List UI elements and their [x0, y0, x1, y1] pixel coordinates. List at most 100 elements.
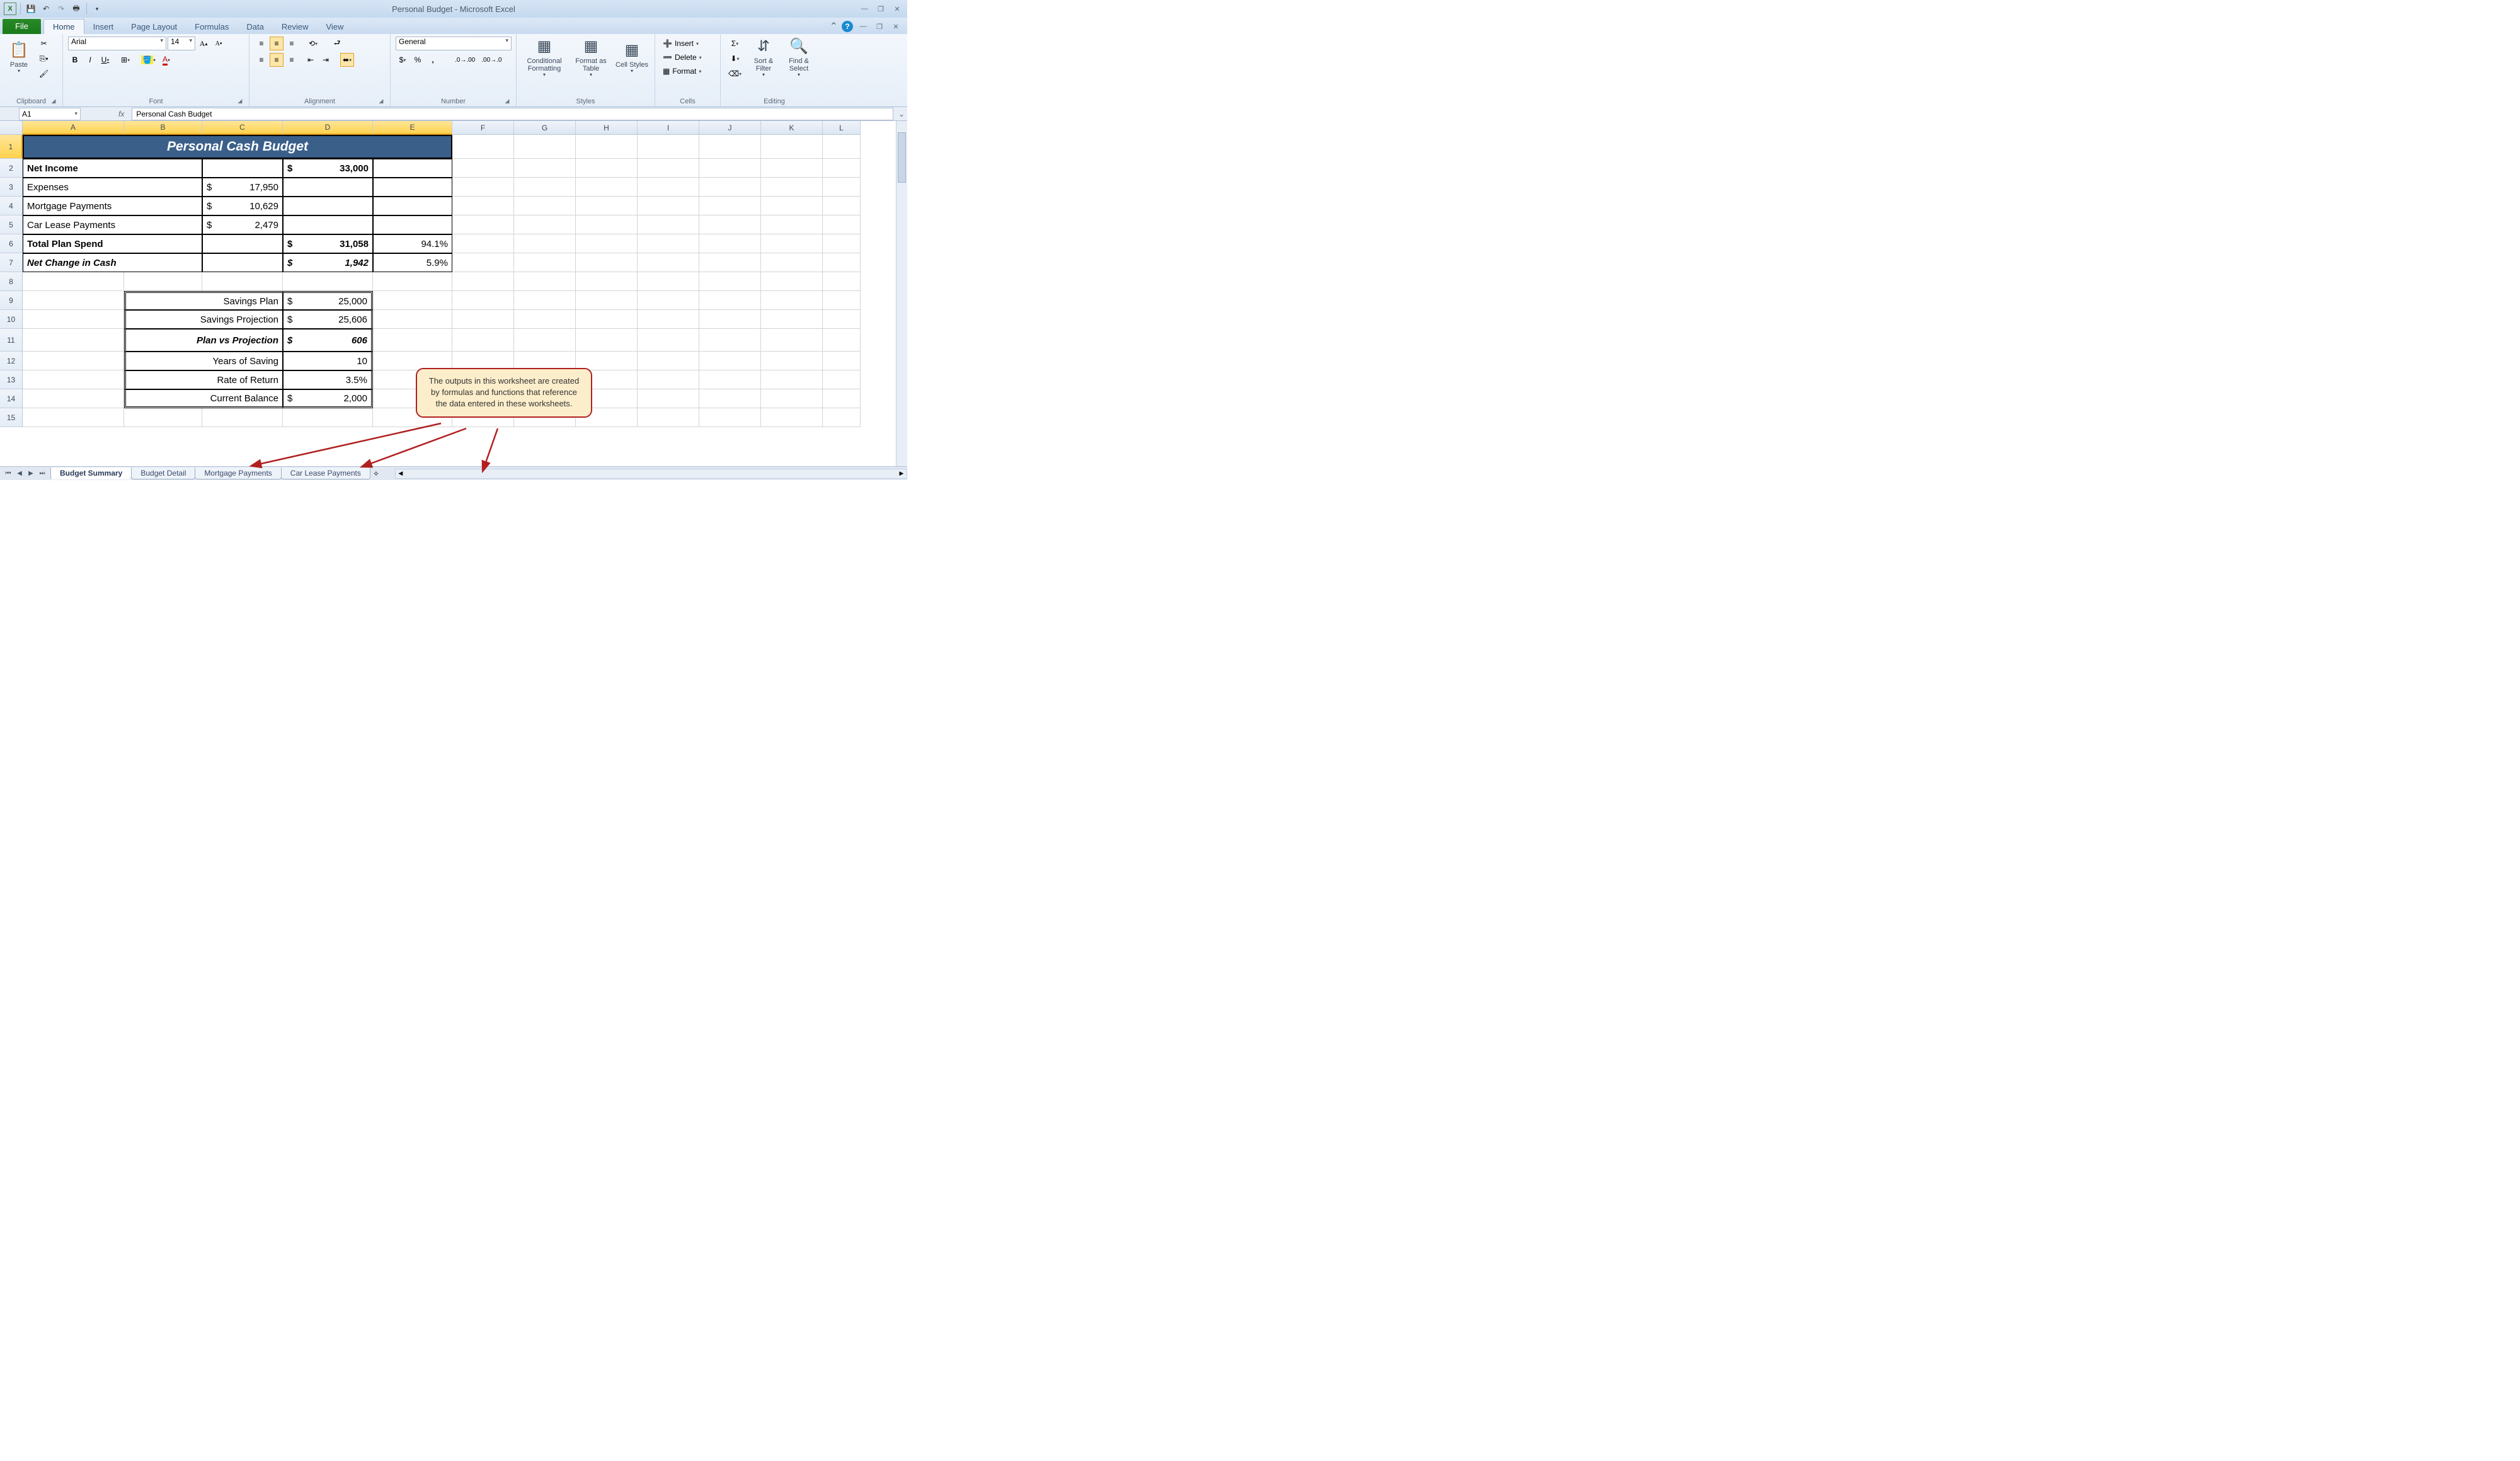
cell-d11[interactable]: $606 [283, 329, 373, 352]
increase-font-icon[interactable]: A▴ [197, 37, 210, 50]
font-name-select[interactable]: Arial [68, 37, 166, 50]
minimize-icon[interactable]: — [858, 4, 871, 14]
cell-c3[interactable]: $17,950 [202, 178, 283, 197]
tab-page-layout[interactable]: Page Layout [122, 20, 186, 34]
col-header-c[interactable]: C [202, 121, 283, 135]
fill-icon[interactable]: ⬇ [726, 52, 744, 66]
sheet-tab-mortgage-payments[interactable]: Mortgage Payments [195, 467, 281, 479]
clipboard-launcher-icon[interactable]: ◢ [50, 98, 57, 105]
cell-b12[interactable]: Years of Saving [124, 352, 283, 370]
row-header-10[interactable]: 10 [0, 310, 23, 329]
align-center-icon[interactable]: ≡ [270, 53, 284, 67]
cell-b9[interactable]: Savings Plan [124, 291, 283, 310]
doc-close-icon[interactable]: ✕ [890, 21, 902, 32]
cell-a4[interactable]: Mortgage Payments [23, 197, 202, 215]
increase-decimal-icon[interactable]: .0→.00 [452, 53, 478, 67]
horizontal-scrollbar[interactable]: ◀▶ [395, 469, 907, 479]
row-header-14[interactable]: 14 [0, 389, 23, 408]
formula-input[interactable]: Personal Cash Budget [132, 108, 893, 120]
select-all-corner[interactable] [0, 121, 23, 135]
copy-icon[interactable]: ⎘▾ [37, 52, 51, 66]
decrease-font-icon[interactable]: A▾ [212, 37, 226, 50]
minimize-ribbon-icon[interactable]: ⌃ [830, 20, 838, 33]
row-header-4[interactable]: 4 [0, 197, 23, 215]
new-sheet-icon[interactable]: ✧ [370, 469, 382, 478]
worksheet-grid[interactable]: A B C D E F G H I J K L 1 2 3 4 5 6 [0, 121, 907, 466]
qat-customize-icon[interactable]: ▾ [91, 3, 103, 15]
sheet-nav-prev-icon[interactable]: ◀ [14, 468, 25, 479]
expand-formula-bar-icon[interactable]: ⌄ [896, 110, 907, 118]
doc-minimize-icon[interactable]: — [857, 21, 869, 32]
help-icon[interactable]: ? [842, 21, 853, 32]
tab-formulas[interactable]: Formulas [186, 20, 238, 34]
underline-button[interactable]: U [98, 53, 112, 67]
cell-d10[interactable]: $25,606 [283, 310, 373, 329]
tab-file[interactable]: File [3, 19, 41, 34]
clear-icon[interactable]: ⌫ [726, 67, 744, 81]
sheet-nav-last-icon[interactable]: ⏭ [37, 468, 48, 479]
cell-b11[interactable]: Plan vs Projection [124, 329, 283, 352]
col-header-i[interactable]: I [638, 121, 699, 135]
cell-c5[interactable]: $2,479 [202, 215, 283, 234]
sheet-tab-car-lease-payments[interactable]: Car Lease Payments [281, 467, 370, 479]
font-color-icon[interactable]: A [159, 53, 173, 67]
conditional-formatting-button[interactable]: ▦Conditional Formatting▾ [522, 37, 567, 78]
fx-icon[interactable]: fx [118, 110, 124, 118]
row-header-2[interactable]: 2 [0, 159, 23, 178]
tab-data[interactable]: Data [238, 20, 272, 34]
save-icon[interactable]: 💾 [25, 3, 37, 15]
cell-a6[interactable]: Total Plan Spend [23, 234, 202, 253]
italic-button[interactable]: I [83, 53, 97, 67]
align-left-icon[interactable]: ≡ [255, 53, 268, 67]
bold-button[interactable]: B [68, 53, 82, 67]
font-launcher-icon[interactable]: ◢ [236, 98, 244, 105]
cell-e2[interactable] [373, 159, 452, 178]
col-header-d[interactable]: D [283, 121, 373, 135]
find-select-button[interactable]: 🔍Find & Select▾ [783, 37, 815, 78]
redo-icon[interactable]: ↷ [55, 3, 67, 15]
number-format-select[interactable]: General [396, 37, 512, 50]
comma-format-icon[interactable]: , [426, 53, 440, 67]
orientation-icon[interactable]: ⟲ [306, 37, 320, 50]
row-header-5[interactable]: 5 [0, 215, 23, 234]
format-as-table-button[interactable]: ▦Format as Table▾ [571, 37, 611, 78]
tab-review[interactable]: Review [273, 20, 318, 34]
sheet-nav-next-icon[interactable]: ▶ [25, 468, 37, 479]
cell-c4[interactable]: $10,629 [202, 197, 283, 215]
cell-a3[interactable]: Expenses [23, 178, 202, 197]
col-header-k[interactable]: K [761, 121, 823, 135]
cell-b14[interactable]: Current Balance [124, 389, 283, 408]
paste-button[interactable]: 📋 Paste ▾ [5, 37, 33, 78]
cell-d2[interactable]: $33,000 [283, 159, 373, 178]
tab-insert[interactable]: Insert [84, 20, 123, 34]
cell-a5[interactable]: Car Lease Payments [23, 215, 202, 234]
cell-a2[interactable]: Net Income [23, 159, 202, 178]
alignment-launcher-icon[interactable]: ◢ [377, 98, 385, 105]
merge-center-icon[interactable]: ⬌ [340, 53, 354, 67]
cell-styles-button[interactable]: ▦Cell Styles▾ [615, 37, 649, 78]
row-header-15[interactable]: 15 [0, 408, 23, 427]
accounting-format-icon[interactable]: $ [396, 53, 410, 67]
row-header-1[interactable]: 1 [0, 135, 23, 159]
cell-a7[interactable]: Net Change in Cash [23, 253, 202, 272]
row-header-11[interactable]: 11 [0, 329, 23, 352]
col-header-a[interactable]: A [23, 121, 124, 135]
percent-format-icon[interactable]: % [411, 53, 425, 67]
col-header-j[interactable]: J [699, 121, 761, 135]
vertical-scrollbar[interactable] [896, 121, 907, 466]
cell-e7[interactable]: 5.9% [373, 253, 452, 272]
col-header-h[interactable]: H [576, 121, 638, 135]
row-header-12[interactable]: 12 [0, 352, 23, 370]
cell-c2[interactable] [202, 159, 283, 178]
cell-b10[interactable]: Savings Projection [124, 310, 283, 329]
format-cells-button[interactable]: ▦Format [660, 64, 718, 78]
sort-filter-button[interactable]: ⇵Sort & Filter▾ [748, 37, 779, 78]
row-header-13[interactable]: 13 [0, 370, 23, 389]
delete-cells-button[interactable]: ➖Delete [660, 50, 718, 64]
tab-home[interactable]: Home [43, 19, 84, 34]
decrease-indent-icon[interactable]: ⇤ [304, 53, 318, 67]
align-right-icon[interactable]: ≡ [285, 53, 299, 67]
row-header-7[interactable]: 7 [0, 253, 23, 272]
borders-icon[interactable]: ⊞ [118, 53, 132, 67]
cell-b13[interactable]: Rate of Return [124, 370, 283, 389]
